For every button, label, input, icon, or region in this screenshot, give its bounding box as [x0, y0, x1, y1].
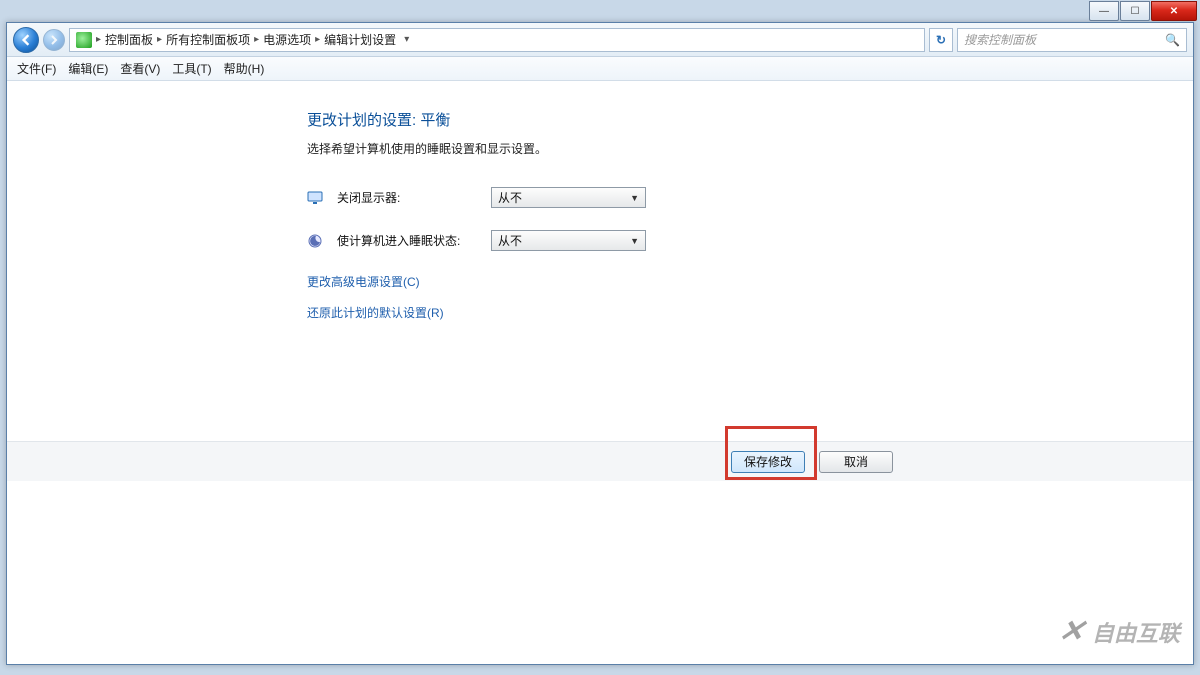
select-value: 从不 — [498, 232, 522, 249]
control-panel-window: — ☐ ✕ ▸ 控制面板 ▸ 所有控制面板项 ▸ 电源选项 ▸ 编辑计划设置 — [6, 22, 1194, 665]
page-title: 更改计划的设置: 平衡 — [307, 109, 887, 130]
watermark: ✕ 自由互联 — [1059, 614, 1180, 649]
refresh-button[interactable]: ↻ — [929, 28, 953, 52]
select-value: 从不 — [498, 189, 522, 206]
advanced-power-settings-link[interactable]: 更改高级电源设置(C) — [307, 273, 887, 290]
address-dropdown-icon[interactable]: ▾ — [400, 34, 413, 45]
save-button[interactable]: 保存修改 — [731, 451, 805, 473]
setting-sleep: 使计算机进入睡眠状态: 从不 ▼ — [307, 230, 887, 251]
arrow-right-icon — [49, 35, 59, 45]
watermark-text: 自由互联 — [1092, 616, 1180, 648]
setting-label: 关闭显示器: — [337, 189, 477, 206]
chevron-right-icon: ▸ — [315, 34, 320, 45]
breadcrumb-item[interactable]: 控制面板 — [105, 31, 153, 48]
search-icon: 🔍 — [1165, 33, 1180, 47]
back-button[interactable] — [13, 27, 39, 53]
setting-label: 使计算机进入睡眠状态: — [337, 232, 477, 249]
chevron-right-icon: ▸ — [254, 34, 259, 45]
close-button[interactable]: ✕ — [1151, 1, 1197, 21]
search-placeholder: 搜索控制面板 — [964, 31, 1036, 48]
setting-display-off: 关闭显示器: 从不 ▼ — [307, 187, 887, 208]
cancel-button[interactable]: 取消 — [819, 451, 893, 473]
moon-icon — [307, 233, 323, 249]
display-off-select[interactable]: 从不 ▼ — [491, 187, 646, 208]
breadcrumb-bar[interactable]: ▸ 控制面板 ▸ 所有控制面板项 ▸ 电源选项 ▸ 编辑计划设置 ▾ — [69, 28, 925, 52]
breadcrumb-item[interactable]: 电源选项 — [263, 31, 311, 48]
menu-file[interactable]: 文件(F) — [17, 60, 56, 77]
monitor-icon — [307, 190, 323, 206]
restore-defaults-link[interactable]: 还原此计划的默认设置(R) — [307, 304, 887, 321]
chevron-right-icon: ▸ — [157, 34, 162, 45]
address-bar: ▸ 控制面板 ▸ 所有控制面板项 ▸ 电源选项 ▸ 编辑计划设置 ▾ ↻ 搜索控… — [7, 23, 1193, 57]
menu-view[interactable]: 查看(V) — [120, 60, 160, 77]
arrow-left-icon — [20, 34, 32, 46]
page-subtitle: 选择希望计算机使用的睡眠设置和显示设置。 — [307, 140, 887, 157]
chevron-right-icon: ▸ — [96, 34, 101, 45]
minimize-button[interactable]: — — [1089, 1, 1119, 21]
chevron-down-icon: ▼ — [630, 236, 639, 246]
watermark-logo-icon: ✕ — [1055, 614, 1088, 649]
forward-button[interactable] — [43, 29, 65, 51]
breadcrumb-item[interactable]: 编辑计划设置 — [324, 31, 396, 48]
menu-help[interactable]: 帮助(H) — [224, 60, 265, 77]
menu-edit[interactable]: 编辑(E) — [68, 60, 108, 77]
control-panel-icon — [76, 32, 92, 48]
window-controls: — ☐ ✕ — [1089, 1, 1197, 21]
search-input[interactable]: 搜索控制面板 🔍 — [957, 28, 1187, 52]
chevron-down-icon: ▼ — [630, 193, 639, 203]
content-area: 更改计划的设置: 平衡 选择希望计算机使用的睡眠设置和显示设置。 关闭显示器: … — [7, 81, 1193, 664]
button-bar: 保存修改 取消 — [7, 441, 1193, 481]
breadcrumb-item[interactable]: 所有控制面板项 — [166, 31, 250, 48]
menu-bar: 文件(F) 编辑(E) 查看(V) 工具(T) 帮助(H) — [7, 57, 1193, 81]
maximize-button[interactable]: ☐ — [1120, 1, 1150, 21]
refresh-icon: ↻ — [936, 33, 946, 47]
menu-tools[interactable]: 工具(T) — [172, 60, 211, 77]
sleep-select[interactable]: 从不 ▼ — [491, 230, 646, 251]
